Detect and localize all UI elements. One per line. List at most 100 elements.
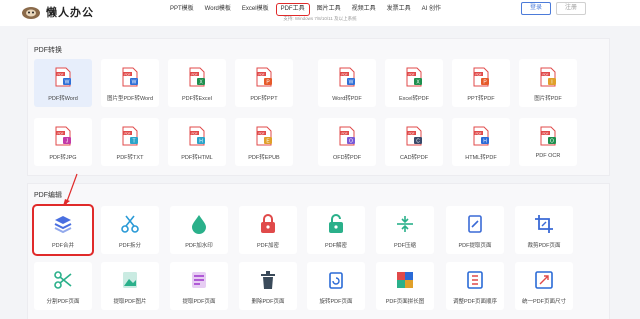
cad-to-pdf-icon: PDFC [406, 126, 422, 146]
tool-tile[interactable]: PDF P PDF转PPT [235, 59, 293, 107]
tool-tile[interactable]: PDF H HTML转PDF [452, 118, 510, 166]
pdf-to-excel-icon: PDFX [189, 67, 205, 87]
tool-tile[interactable]: PDF提取页面 [446, 206, 504, 254]
rotate-icon [329, 272, 343, 289]
tool-tile[interactable]: PDF W Word转PDF [318, 59, 376, 107]
tool-label: Word转PDF [332, 96, 362, 102]
tool-label: 图片型PDF转Word [106, 96, 154, 102]
tool-tile[interactable]: PDF E PDF转EPUB [235, 118, 293, 166]
svg-text:PDF: PDF [476, 72, 482, 76]
format-badge: H [199, 139, 203, 145]
nav-pdf-tools[interactable]: PDF工具 [275, 2, 310, 16]
tool-label: PDF转Word [48, 96, 78, 102]
scissors-icon [121, 215, 139, 233]
nav-ai-create[interactable]: AI 创作 [418, 3, 445, 16]
tool-tile[interactable]: PDF T PDF转TXT [101, 118, 159, 166]
tool-label: CAD转PDF [399, 155, 429, 161]
extract-page-icon [468, 215, 482, 233]
tool-tile[interactable]: PDF J PDF转JPG [34, 118, 92, 166]
tool-tile[interactable]: PDF H PDF转HTML [168, 118, 226, 166]
tool-label: PDF转PPT [250, 96, 278, 102]
section-title: PDF转换 [34, 47, 62, 54]
svg-text:PDF: PDF [342, 131, 348, 135]
login-button[interactable]: 登录 [521, 2, 551, 15]
pdf-to-ppt-icon: PDFP [256, 67, 272, 87]
tool-label: OFD转PDF [332, 155, 362, 161]
pdf-to-html-icon: PDFH [189, 126, 205, 146]
svg-text:PDF: PDF [192, 72, 198, 76]
puzzle-icon [397, 272, 413, 288]
nav-image-tools[interactable]: 图片工具 [313, 3, 345, 16]
top-bar: 懒人办公 PPT模板 Word模板 Excel模板 PDF工具 图片工具 视频工… [0, 0, 640, 26]
tool-label: 分割PDF页面 [46, 299, 80, 305]
tool-tile[interactable]: PDF压缩 [376, 206, 434, 254]
tool-tile[interactable]: PDF页面拼长图 [376, 262, 434, 310]
tool-tile[interactable]: PDF P PPT转PDF [452, 59, 510, 107]
pdf-to-word-icon: PDFW [55, 67, 71, 87]
tool-label: PDF解密 [324, 243, 347, 249]
tool-label: 提取PDF页面 [182, 299, 216, 305]
tool-tile[interactable]: 提取PDF图片 [101, 262, 159, 310]
tool-tile[interactable]: PDF加密 [239, 206, 297, 254]
tool-label: 调整PDF页面顺序 [452, 299, 497, 305]
tool-tile[interactable]: PDF C CAD转PDF [385, 118, 443, 166]
svg-text:PDF: PDF [409, 72, 415, 76]
tool-tile[interactable]: PDF O OFD转PDF [318, 118, 376, 166]
register-button[interactable]: 注册 [556, 2, 586, 15]
tool-tile[interactable]: PDF合并 [32, 204, 94, 256]
tool-label: 旋转PDF页面 [319, 299, 353, 305]
tool-tile[interactable]: PDF O PDF OCR [519, 118, 577, 166]
word-to-pdf-icon: PDFW [339, 67, 355, 87]
tool-tile[interactable]: PDF拆分 [101, 206, 159, 254]
tool-label: PDF加密 [256, 243, 279, 249]
tool-label: 删除PDF页面 [251, 299, 285, 305]
nav-word-templates[interactable]: Word模板 [201, 3, 235, 16]
tool-tile[interactable]: 删除PDF页面 [239, 262, 297, 310]
tool-tile[interactable]: 裁剪PDF页面 [515, 206, 573, 254]
tool-tile[interactable]: PDF W 图片型PDF转Word [101, 59, 159, 107]
svg-text:PDF: PDF [58, 72, 64, 76]
tool-tile[interactable]: 统一PDF页面尺寸 [515, 262, 573, 310]
tool-tile[interactable]: PDF W PDF转Word [34, 59, 92, 107]
format-badge: W [65, 80, 70, 86]
tool-tile[interactable]: 提取PDF页面 [170, 262, 228, 310]
trash-icon [261, 271, 275, 289]
tool-tile[interactable]: 旋转PDF页面 [307, 262, 365, 310]
reorder-icon [467, 271, 483, 289]
tool-label: HTML转PDF [465, 155, 497, 161]
format-badge: C [416, 139, 420, 145]
tool-label: PDF转JPG [49, 155, 77, 161]
tool-label: 裁剪PDF页面 [527, 243, 561, 249]
image-pdf-to-word-icon: PDFW [122, 67, 138, 87]
tool-label: PDF拆分 [118, 243, 141, 249]
tool-tile[interactable]: PDF解密 [307, 206, 365, 254]
nav-ppt-templates[interactable]: PPT模板 [166, 3, 198, 16]
tool-tile[interactable]: PDF I 图片转PDF [519, 59, 577, 107]
pdf-to-epub-icon: PDFE [256, 126, 272, 146]
tool-tile[interactable]: PDF X PDF转Excel [168, 59, 226, 107]
tool-label: Excel转PDF [399, 96, 429, 102]
pdf-ocr-icon: PDFO [540, 126, 556, 146]
format-badge: T [132, 139, 135, 145]
compress-icon [397, 216, 413, 232]
svg-text:PDF: PDF [342, 72, 348, 76]
tool-label: PDF OCR [535, 153, 561, 159]
system-support-note: 支持: Windows 7/8/10/11 及以上系统 [283, 16, 357, 21]
tool-tile[interactable]: PDF X Excel转PDF [385, 59, 443, 107]
nav-excel-templates[interactable]: Excel模板 [238, 3, 273, 16]
tool-label: PDF转TXT [116, 155, 144, 161]
tool-tile[interactable]: 分割PDF页面 [34, 262, 92, 310]
tool-tile[interactable]: PDF加水印 [170, 206, 228, 254]
html-to-pdf-icon: PDFH [473, 126, 489, 146]
tool-label: PDF转HTML [181, 155, 213, 161]
svg-text:PDF: PDF [259, 72, 265, 76]
format-badge: I [551, 80, 552, 86]
nav-invoice-tools[interactable]: 发票工具 [383, 3, 415, 16]
split-page-icon [54, 271, 72, 289]
crop-icon [535, 215, 553, 233]
tool-label: PPT转PDF [467, 96, 495, 102]
nav-video-tools[interactable]: 视频工具 [348, 3, 380, 16]
tool-tile[interactable]: 调整PDF页面顺序 [446, 262, 504, 310]
svg-text:PDF: PDF [125, 131, 131, 135]
pdf-to-txt-icon: PDFT [122, 126, 138, 146]
